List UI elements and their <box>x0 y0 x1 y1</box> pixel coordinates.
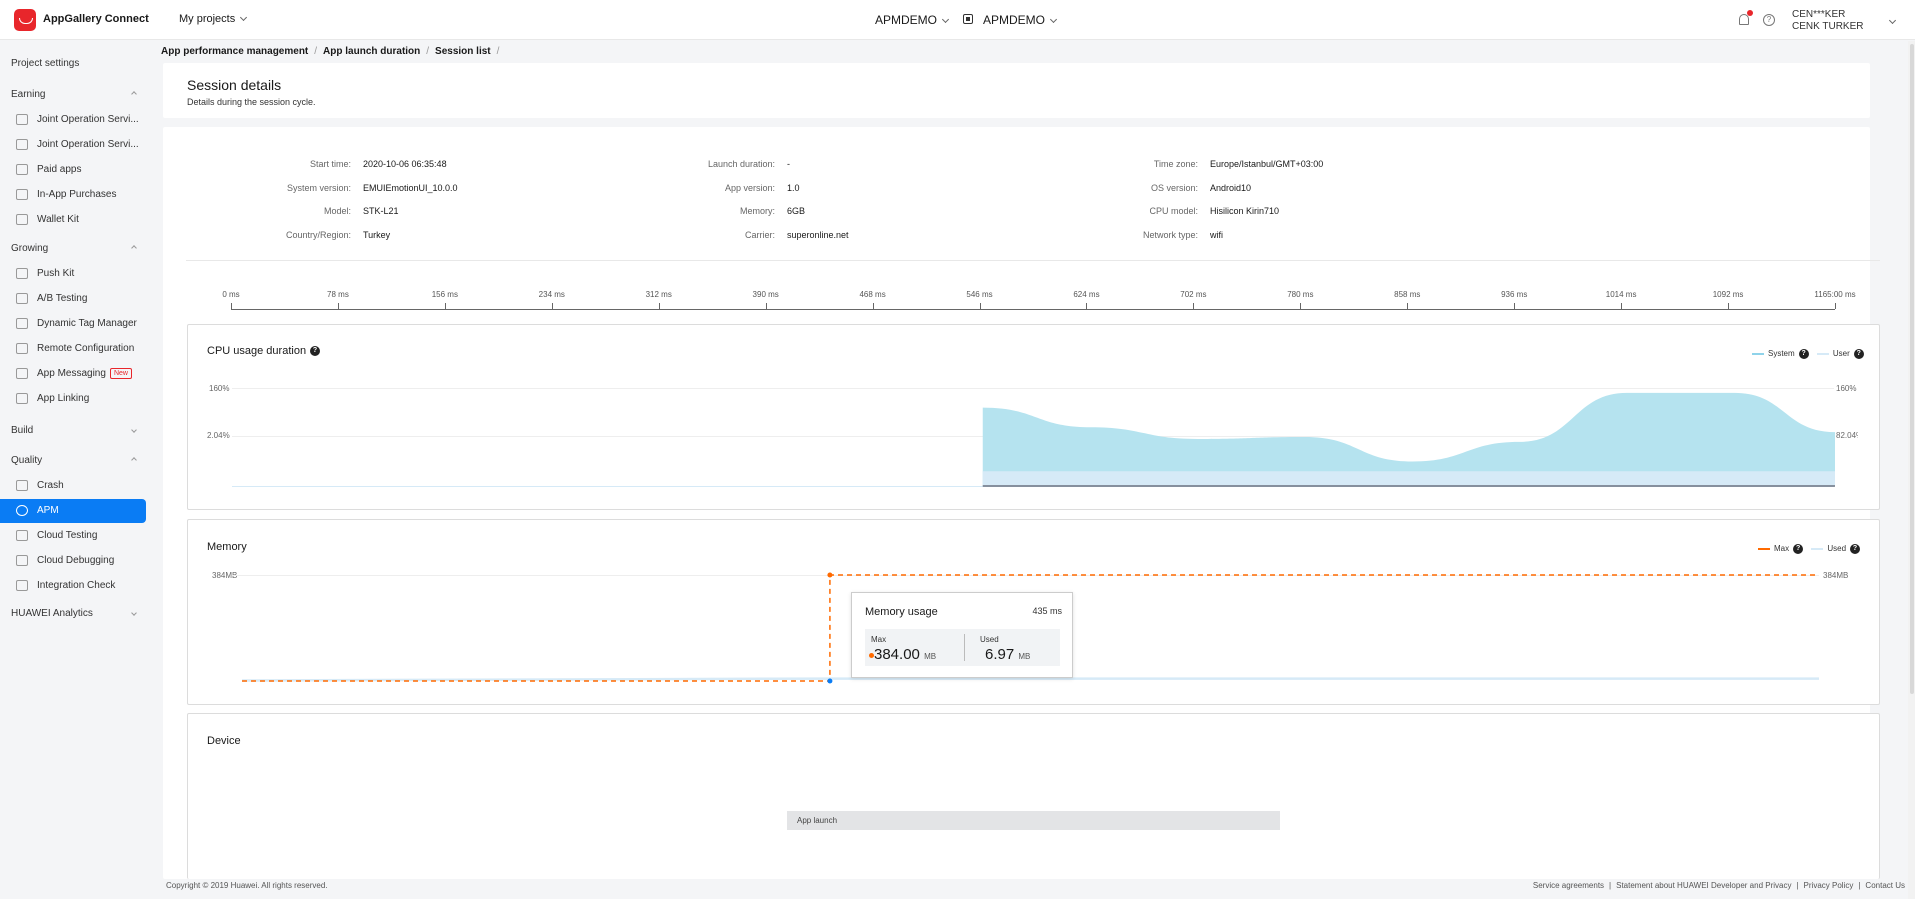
device-panel-title: Device <box>207 735 241 747</box>
footer-copyright: Copyright © 2019 Huawei. All rights rese… <box>166 881 328 890</box>
tooltip-used-value: 6.97 MB <box>985 646 1030 663</box>
footer-separator: | <box>1858 881 1861 890</box>
used-unit: MB <box>1018 652 1031 661</box>
footer-separator: | <box>1609 881 1612 890</box>
device-panel <box>187 713 1880 879</box>
footer-link-privacy[interactable]: Privacy Policy <box>1804 881 1854 890</box>
footer-separator: | <box>1796 881 1799 890</box>
tooltip-time: 435 ms <box>1032 606 1062 616</box>
tooltip-separator <box>964 634 965 661</box>
footer-links: Service agreements | Statement about HUAWE… <box>1533 881 1905 890</box>
footer-link-statement[interactable]: Statement about HUAWEI Developer and Pri… <box>1616 881 1791 890</box>
used-value-text: 6.97 <box>985 646 1015 663</box>
footer-link-service-agreements[interactable]: Service agreements <box>1533 881 1604 890</box>
tooltip-used-label: Used <box>980 635 999 644</box>
page-scrollbar-thumb[interactable] <box>1910 44 1914 694</box>
memory-series-used-line <box>241 677 1819 682</box>
app-launch-bar[interactable]: App launch <box>787 811 1280 830</box>
footer-link-contact[interactable]: Contact Us <box>1865 881 1905 890</box>
memory-used-point <box>827 678 833 684</box>
max-dot <box>869 653 874 658</box>
memory-tooltip: Memory usage 435 ms Max 384.00 MB Used 6… <box>851 592 1073 678</box>
memory-max-point <box>827 572 833 578</box>
tooltip-max-value: 384.00 MB <box>869 646 937 663</box>
max-unit: MB <box>924 652 937 661</box>
tooltip-title: Memory usage <box>865 606 938 618</box>
max-value-text: 384.00 <box>874 646 920 663</box>
tooltip-max-label: Max <box>871 635 887 644</box>
